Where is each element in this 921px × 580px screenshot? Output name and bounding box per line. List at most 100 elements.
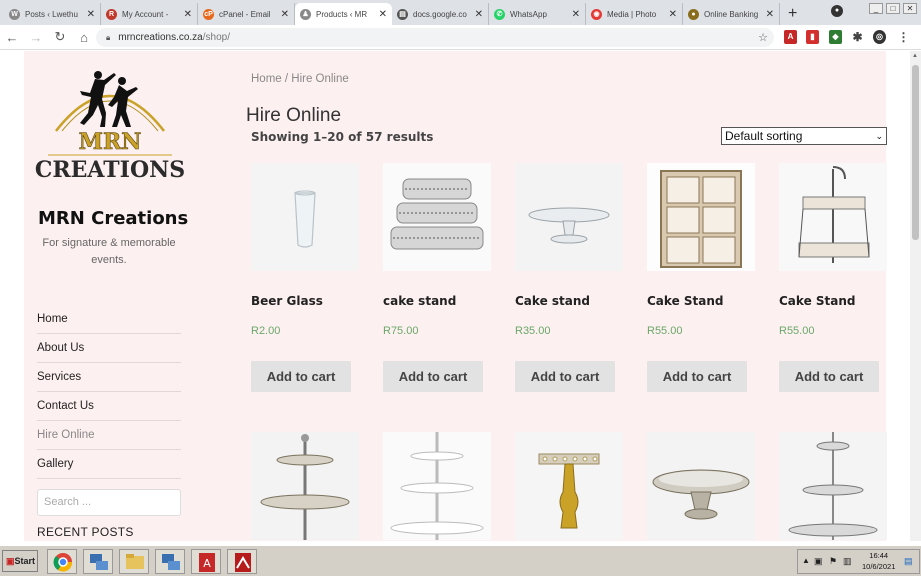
page-scrollbar[interactable]: ▲ [910,51,921,541]
add-to-cart-button[interactable]: Add to cart [515,361,615,392]
product-card [515,432,623,540]
breadcrumb[interactable]: Home / Hire Online [251,73,349,85]
browser-tab[interactable]: W Posts ‹ Lwethu ✕ [4,3,101,25]
tab-title: WhatsApp [510,9,547,19]
shield-extension-icon[interactable]: ◆ [829,30,842,44]
profile-icon[interactable]: ● [831,5,843,17]
page-title: Hire Online [246,105,342,126]
product-image[interactable] [383,163,491,271]
maximize-button[interactable]: □ [886,3,900,14]
app-taskbar-icon[interactable] [227,549,257,574]
add-to-cart-button[interactable]: Add to cart [779,361,879,392]
tab-favicon-icon: ◉ [591,8,602,20]
tab-close-icon[interactable]: ✕ [766,9,774,20]
product-card [779,432,887,540]
network2-taskbar-icon[interactable] [155,549,185,574]
site-tagline: For signature & memorable events. [42,237,176,266]
menu-item[interactable]: Hire Online [37,421,181,450]
chrome-taskbar-icon[interactable] [47,549,77,574]
close-window-button[interactable]: ✕ [903,3,917,14]
chevron-down-icon: ⌄ [875,131,883,141]
product-name[interactable]: Cake Stand [779,294,856,308]
add-to-cart-button[interactable]: Add to cart [251,361,351,392]
menu-item[interactable]: Contact Us [37,392,181,421]
tray-flag-icon[interactable]: ⚑ [829,556,837,567]
site-logo[interactable]: MRN CREATIONS [28,61,192,183]
tab-close-icon[interactable]: ✕ [184,9,192,20]
notification-icon[interactable]: ▤ [904,556,913,567]
tab-favicon-icon: ✆ [494,8,505,20]
browser-tab[interactable]: ◉ Media | Photo ✕ [586,3,683,25]
browser-tab[interactable]: ▤ docs.google.co ✕ [392,3,489,25]
tab-title: Posts ‹ Lwethu [25,9,78,19]
tab-close-icon[interactable]: ✕ [281,9,289,20]
tab-close-icon[interactable]: ✕ [87,9,95,20]
tab-close-icon[interactable]: ✕ [379,9,387,20]
browser-tab[interactable]: ✆ WhatsApp ✕ [489,3,586,25]
tab-favicon-icon: ● [688,8,699,20]
menu-item[interactable]: About Us [37,334,181,363]
tab-title: My Account - [122,9,169,19]
product-name[interactable]: cake stand [383,294,456,308]
product-image[interactable] [251,432,359,540]
system-tray: ▲ ▣ ⚑ ▥ ▤ [797,549,920,574]
product-image[interactable] [779,163,887,271]
more-menu-icon[interactable]: ⋮ [897,30,910,44]
bookmark-star-icon[interactable]: ☆ [758,31,768,44]
url-domain: mrncreations.co.za [118,32,203,43]
product-image[interactable] [383,432,491,540]
tab-favicon-icon: W [9,8,20,20]
tab-close-icon[interactable]: ✕ [475,9,483,20]
product-card [251,432,359,540]
url-field[interactable]: 🔒︎ mrncreations.co.za/shop/ ☆ [96,28,774,47]
add-to-cart-button[interactable]: Add to cart [383,361,483,392]
tray-device-icon[interactable]: ▣ [814,556,823,567]
back-arrow-icon[interactable]: ← [0,30,24,45]
product-image[interactable] [779,432,887,540]
network-taskbar-icon[interactable] [83,549,113,574]
reload-icon[interactable]: ↻ [48,29,72,45]
menu-item[interactable]: Home [37,305,181,334]
pdf-extension-icon[interactable]: A [784,30,797,44]
product-image[interactable] [251,163,359,271]
tab-title: Products ‹ MR [316,9,368,19]
menu-item[interactable]: Gallery [37,450,181,479]
new-tab-icon[interactable]: + [788,3,797,25]
explorer-taskbar-icon[interactable] [119,549,149,574]
search-input[interactable]: Search ... [37,489,181,516]
start-button[interactable]: ▣Start [2,550,38,572]
forward-arrow-icon[interactable]: → [24,30,48,45]
puzzle-extensions-icon[interactable]: ✱ [851,30,864,44]
add-to-cart-button[interactable]: Add to cart [647,361,747,392]
menu-item[interactable]: Services [37,363,181,392]
web-viewport: MRN CREATIONS MRN Creations For signatur… [0,51,910,541]
tray-expand-icon[interactable]: ▲ [802,556,810,565]
product-name[interactable]: Cake stand [515,294,590,308]
browser-tab[interactable]: R My Account - ✕ [101,3,198,25]
account-extension-icon[interactable]: ◎ [873,30,886,44]
browser-tab[interactable]: ♟ Products ‹ MR ✕ [295,3,392,25]
product-image[interactable] [515,432,623,540]
tray-network-icon[interactable]: ▥ [843,556,852,567]
browser-tab[interactable]: ● Online Banking ✕ [683,3,780,25]
tab-title: docs.google.co [413,9,467,19]
product-price: R35.00 [515,325,551,337]
browser-tab[interactable]: cP cPanel - Email ✕ [198,3,295,25]
minimize-button[interactable]: _ [869,3,883,14]
acrobat-extension-icon[interactable]: ▮ [806,30,819,44]
acrobat-taskbar-icon[interactable]: A [191,549,221,574]
product-card [647,432,755,540]
product-name[interactable]: Beer Glass [251,294,323,308]
product-name[interactable]: Cake Stand [647,294,724,308]
product-image[interactable] [647,163,755,271]
home-icon[interactable]: ⌂ [72,30,96,45]
scrollbar-thumb[interactable] [912,65,919,240]
product-image[interactable] [515,163,623,271]
product-image[interactable] [647,432,755,540]
scroll-up-icon[interactable]: ▲ [912,53,918,59]
taskbar-clock[interactable]: 16:44 10/6/2021 [862,550,895,572]
tab-close-icon[interactable]: ✕ [572,9,580,20]
tab-close-icon[interactable]: ✕ [669,9,677,20]
site-title[interactable]: MRN Creations [38,208,188,229]
sorting-select[interactable]: Default sorting ⌄ [721,127,887,145]
